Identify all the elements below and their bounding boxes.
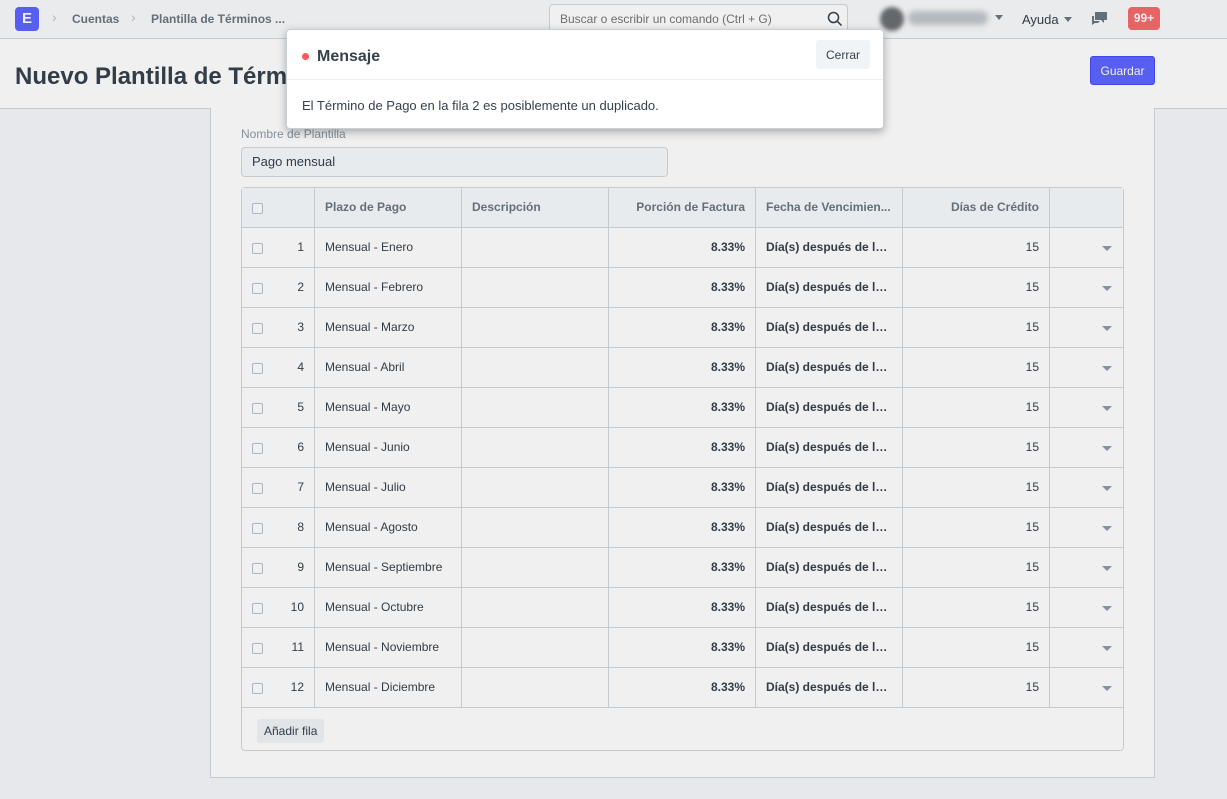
indicator-dot-icon (302, 53, 309, 60)
dialog-message: El Término de Pago en la fila 2 es posib… (302, 98, 659, 113)
dialog-header: Mensaje Cerrar (287, 30, 883, 80)
dialog-title: Mensaje (317, 48, 381, 65)
close-button[interactable]: Cerrar (816, 40, 870, 69)
message-dialog: Mensaje Cerrar El Término de Pago en la … (286, 29, 884, 129)
